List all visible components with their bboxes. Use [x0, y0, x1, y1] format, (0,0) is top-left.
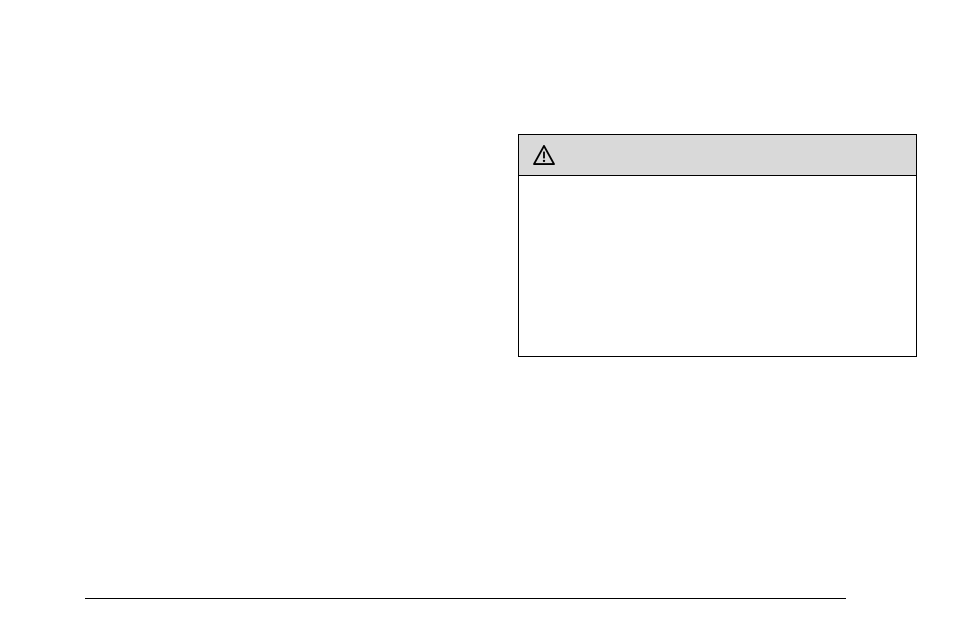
- warning-header: [519, 135, 916, 176]
- warning-body: [519, 176, 916, 356]
- warning-box: [518, 134, 917, 357]
- footer-divider: [85, 598, 846, 599]
- document-page: [0, 0, 954, 636]
- warning-triangle-icon: [533, 145, 555, 165]
